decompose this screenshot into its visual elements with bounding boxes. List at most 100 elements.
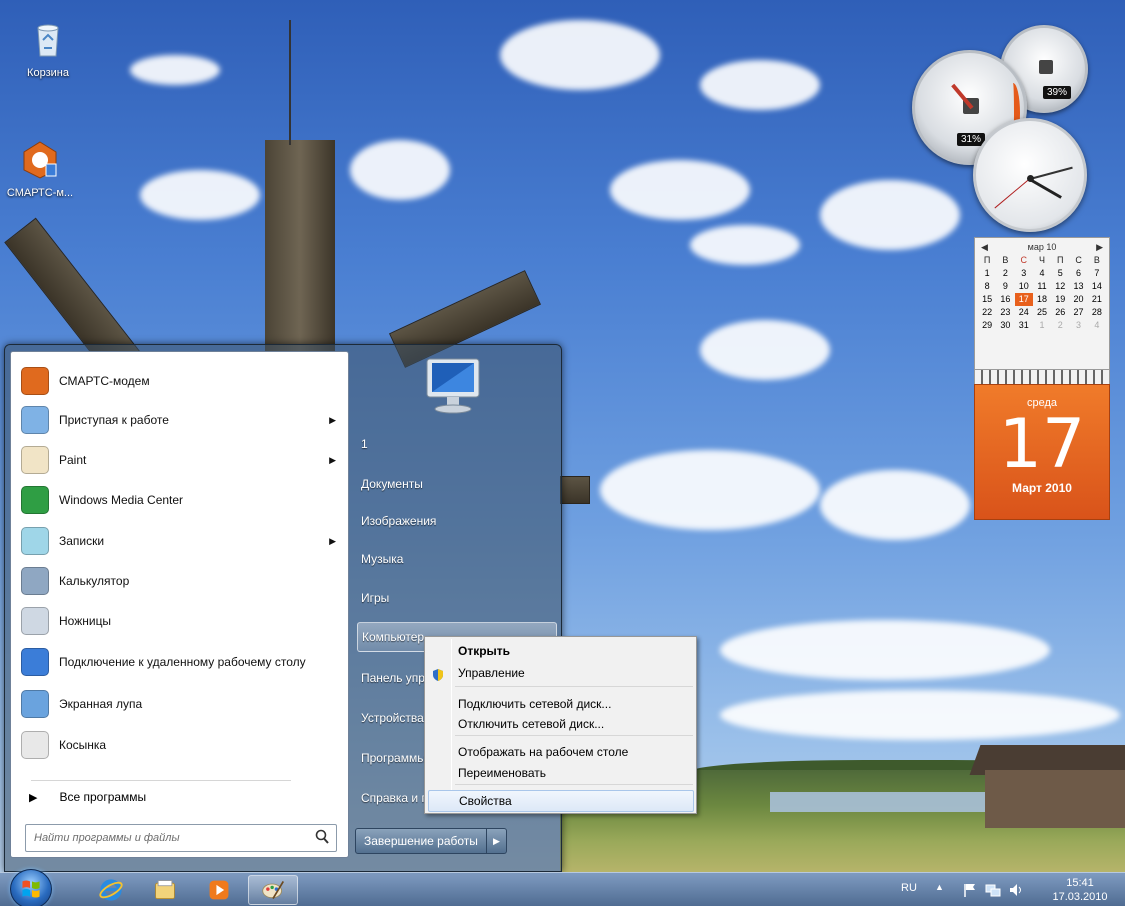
program-item[interactable]: Paint ▶ [15,441,346,479]
taskbar-paint[interactable] [248,875,298,905]
documents-link[interactable]: Документы [357,469,557,499]
calendar-day[interactable]: 2 [996,267,1014,280]
memory-percent: 39% [1043,86,1072,99]
calendar-day[interactable]: 2 [1051,319,1069,332]
taskbar-media-player[interactable] [194,875,244,905]
ctx-show-on-desktop[interactable]: Отображать на рабочем столе [455,741,693,763]
program-label: Windows Media Center [59,493,184,507]
calendar-day[interactable]: 13 [1069,280,1087,293]
program-item[interactable]: Экранная лупа [15,685,346,723]
calendar-day[interactable]: 9 [996,280,1014,293]
cloud [690,225,800,265]
calendar-header: ◀ мар 10 ▶ [975,238,1109,254]
all-programs-button[interactable]: ▶ Все программы [15,782,346,812]
clock-gadget[interactable] [973,118,1087,232]
calendar-day[interactable]: 28 [1088,306,1106,319]
language-indicator[interactable]: RU [901,882,917,894]
calendar-day[interactable]: 21 [1088,293,1106,306]
ctx-map-network-drive[interactable]: Подключить сетевой диск... [455,693,693,715]
calendar-day[interactable]: 19 [1051,293,1069,306]
desktop-icon-label: СМАРТС-м... [6,187,74,199]
program-label: Экранная лупа [59,697,143,711]
calendar-day[interactable]: 8 [978,280,996,293]
desktop-icon-smarts[interactable]: СМАРТС-м... [0,140,80,199]
taskbar-explorer[interactable] [140,875,190,905]
calendar-day[interactable]: 25 [1033,306,1051,319]
cloud [350,140,450,200]
context-menu-gutter [451,639,452,811]
start-button[interactable] [10,869,52,906]
wooden-post [265,140,335,355]
ctx-properties[interactable]: Свойства [428,790,694,812]
calendar-day[interactable]: 24 [1015,306,1033,319]
calendar-day[interactable]: 4 [1088,319,1106,332]
program-item[interactable]: Калькулятор [15,562,346,600]
program-item[interactable]: Записки ▶ [15,522,346,560]
program-item[interactable]: Подключение к удаленному рабочему столу [15,643,346,681]
program-item[interactable]: Windows Media Center [15,481,346,519]
calendar-day[interactable]: 20 [1069,293,1087,306]
calendar-day[interactable]: 23 [996,306,1014,319]
calendar-day[interactable]: 15 [978,293,996,306]
program-item[interactable]: Косынка [15,726,346,764]
calendar-day[interactable]: 5 [1051,267,1069,280]
ctx-open[interactable]: Открыть [455,640,693,662]
search-placeholder: Найти программы и файлы [34,832,180,844]
calendar-day[interactable]: 18 [1033,293,1051,306]
calendar-day[interactable]: 22 [978,306,996,319]
volume-icon[interactable] [1008,882,1024,898]
calendar-day[interactable]: 12 [1051,280,1069,293]
show-hidden-icons-arrow-icon[interactable]: ▲ [935,882,944,892]
calendar-day[interactable]: 3 [1015,267,1033,280]
computer-context-menu: Открыть Управление Подключить сетевой диск… [424,636,697,814]
ctx-rename[interactable]: Переименовать [455,762,693,784]
calendar-day[interactable]: 14 [1088,280,1106,293]
network-icon[interactable] [985,882,1001,898]
calendar-day[interactable]: 1 [978,267,996,280]
calendar-day-card[interactable]: среда 17 Март 2010 [974,384,1110,520]
music-link[interactable]: Музыка [357,544,557,574]
calendar-day[interactable]: 11 [1033,280,1051,293]
context-menu-separator [455,686,693,687]
calendar-day[interactable]: 10 [1015,280,1033,293]
ctx-manage[interactable]: Управление [455,662,693,684]
calendar-weekday: С [1020,255,1027,265]
calendar-day[interactable]: 6 [1069,267,1087,280]
calendar-day[interactable]: 16 [996,293,1014,306]
calendar-day[interactable]: 1 [1033,319,1051,332]
calendar-day[interactable]: 29 [978,319,996,332]
calendar-day[interactable]: 7 [1088,267,1106,280]
calendar-gadget[interactable]: ◀ мар 10 ▶ П В С Ч П С В 1 2 3 4 5 6 7 8 9 10 11 12 13 14 15 1… [974,237,1110,370]
next-month-arrow-icon[interactable]: ▶ [1096,242,1103,253]
start-search-input[interactable]: Найти программы и файлы [25,824,337,852]
tray-clock[interactable]: 15:41 17.03.2010 [1050,876,1110,904]
pictures-link[interactable]: Изображения [357,506,557,536]
program-item[interactable]: СМАРТС-модем [15,362,346,400]
program-item[interactable]: Приступая к работе ▶ [15,401,346,439]
calendar-day[interactable]: 27 [1069,306,1087,319]
shutdown-options-arrow-icon[interactable]: ▶ [486,828,507,854]
search-icon[interactable] [314,829,330,845]
submenu-arrow-icon: ▶ [329,414,336,425]
calendar-weekday: П [1057,255,1064,265]
program-item[interactable]: Ножницы [15,602,346,640]
action-center-flag-icon[interactable] [962,882,978,898]
user-picture-monitor-icon[interactable] [419,353,489,417]
desktop-icon-recycle-bin[interactable]: Корзина [8,20,88,79]
calendar-weekday: Ч [1038,255,1045,265]
taskbar-internet-explorer[interactable] [86,875,136,905]
calendar-day[interactable]: 3 [1069,319,1087,332]
calendar-day[interactable]: 4 [1033,267,1051,280]
calendar-month-year: Март 2010 [1012,481,1072,495]
calendar-day[interactable]: 30 [996,319,1014,332]
calendar-day[interactable]: 31 [1015,319,1033,332]
cloud [130,55,220,85]
user-folder[interactable]: 1 [357,429,557,459]
calendar-day[interactable]: 26 [1051,306,1069,319]
ctx-disconnect-network-drive[interactable]: Отключить сетевой диск... [455,713,693,735]
memory-chip-icon [1039,60,1053,74]
calendar-day[interactable]: 17 [1014,293,1033,306]
prev-month-arrow-icon[interactable]: ◀ [981,242,988,253]
shutdown-button[interactable]: Завершение работы [355,828,487,854]
games-link[interactable]: Игры [357,583,557,613]
